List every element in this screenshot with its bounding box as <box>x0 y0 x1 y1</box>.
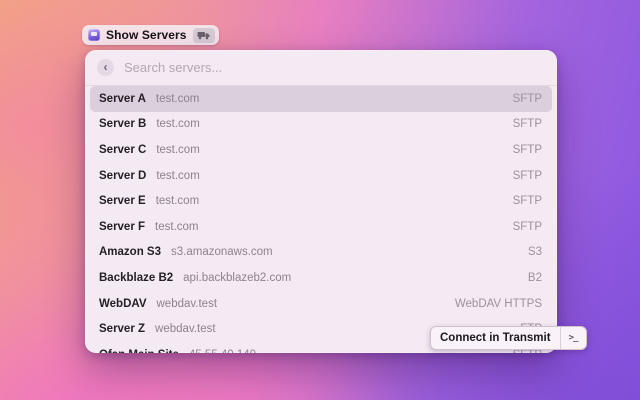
show-servers-menubar-button[interactable]: Show Servers <box>82 25 219 45</box>
chevron-left-icon[interactable]: ‹ <box>97 59 114 76</box>
search-bar: ‹ <box>85 50 557 86</box>
server-host: test.com <box>156 118 199 130</box>
server-row[interactable]: Server A test.com SFTP <box>90 86 552 112</box>
server-row[interactable]: Server E test.com SFTP <box>90 188 552 214</box>
server-protocol: WebDAV HTTPS <box>455 298 542 310</box>
connect-in-transmit-label: Connect in Transmit <box>431 327 560 349</box>
server-host: s3.amazonaws.com <box>171 246 273 258</box>
servers-popover: ‹ Server A test.com SFTP Server B test.c… <box>85 50 557 353</box>
server-host: webdav.test <box>155 323 216 335</box>
server-host: 45.55.40.140 <box>189 349 256 353</box>
server-row[interactable]: Backblaze B2 api.backblazeb2.com B2 <box>90 265 552 291</box>
server-row[interactable]: Server F test.com SFTP <box>90 214 552 240</box>
server-name: Server Z <box>99 323 145 335</box>
server-host: webdav.test <box>157 298 218 310</box>
server-name: Ofan Main Site <box>99 349 179 353</box>
server-protocol: S3 <box>528 246 542 258</box>
server-name: Server C <box>99 144 146 156</box>
server-host: api.backblazeb2.com <box>183 272 291 284</box>
app-badge <box>193 28 215 43</box>
server-protocol: B2 <box>528 272 542 284</box>
server-row[interactable]: Server D test.com SFTP <box>90 163 552 189</box>
server-row[interactable]: Server B test.com SFTP <box>90 112 552 138</box>
server-name: Server A <box>99 93 146 105</box>
server-name: Server F <box>99 221 145 233</box>
server-host: test.com <box>155 221 198 233</box>
server-host: test.com <box>156 144 199 156</box>
server-name: Server D <box>99 170 146 182</box>
server-row[interactable]: Amazon S3 s3.amazonaws.com S3 <box>90 240 552 266</box>
server-list: Server A test.com SFTP Server B test.com… <box>85 86 557 353</box>
server-name: WebDAV <box>99 298 147 310</box>
server-host: test.com <box>156 170 199 182</box>
server-protocol: SFTP <box>513 195 542 207</box>
server-name: Backblaze B2 <box>99 272 173 284</box>
server-name: Amazon S3 <box>99 246 161 258</box>
server-name: Server B <box>99 118 146 130</box>
connect-in-transmit-button[interactable]: Connect in Transmit >_ <box>430 326 587 350</box>
server-protocol: SFTP <box>513 144 542 156</box>
server-host: test.com <box>156 195 199 207</box>
server-row[interactable]: Server C test.com SFTP <box>90 137 552 163</box>
server-row[interactable]: WebDAV webdav.test WebDAV HTTPS <box>90 291 552 317</box>
server-protocol: SFTP <box>513 118 542 130</box>
server-name: Server E <box>99 195 146 207</box>
show-servers-label: Show Servers <box>106 28 187 42</box>
server-protocol: SFTP <box>513 221 542 233</box>
transmit-app-icon <box>88 29 100 41</box>
search-input[interactable] <box>124 60 545 75</box>
terminal-prompt-icon: >_ <box>560 327 586 349</box>
server-protocol: SFTP <box>513 170 542 182</box>
server-host: test.com <box>156 93 199 105</box>
truck-icon <box>197 31 210 40</box>
server-protocol: SFTP <box>513 93 542 105</box>
